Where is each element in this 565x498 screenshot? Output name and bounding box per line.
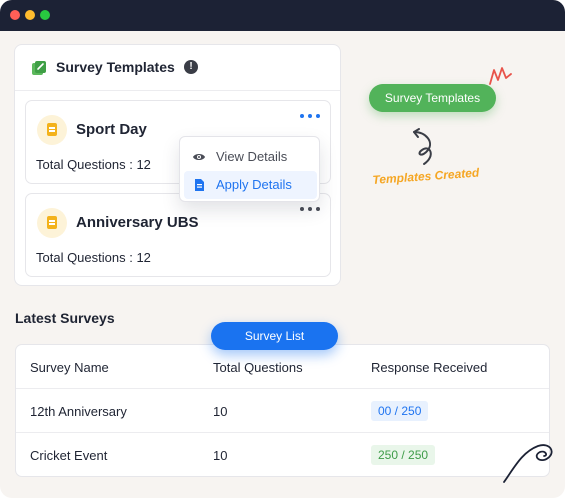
menu-item-view-details[interactable]: View Details xyxy=(184,143,317,171)
total-questions-cell: 10 xyxy=(213,448,228,463)
total-questions-cell: 10 xyxy=(213,404,228,419)
curved-arrow-icon xyxy=(413,128,432,165)
template-card-title: Anniversary UBS xyxy=(76,214,199,231)
response-badge: 250 / 250 xyxy=(371,445,436,465)
survey-templates-header: Survey Templates ! xyxy=(15,45,340,91)
template-icon xyxy=(32,61,46,75)
info-icon[interactable]: ! xyxy=(184,60,198,74)
window-titlebar xyxy=(0,0,565,31)
more-options-icon[interactable] xyxy=(298,202,322,216)
survey-name-cell: Cricket Event xyxy=(30,448,108,463)
more-options-icon[interactable] xyxy=(298,109,322,123)
table-row[interactable]: Cricket Event 10 250 / 250 xyxy=(16,433,549,476)
survey-templates-title: Survey Templates xyxy=(56,59,175,75)
latest-surveys-table: Survey Name Total Questions Response Rec… xyxy=(15,344,550,477)
eye-icon xyxy=(193,154,205,160)
templates-created-annotation: Templates Created xyxy=(372,165,480,187)
minimize-window-button[interactable] xyxy=(25,10,35,20)
response-badge: 00 / 250 xyxy=(371,401,429,421)
menu-item-label: View Details xyxy=(216,149,288,164)
template-card-anniversary-ubs[interactable]: Anniversary UBS Total Questions : 12 xyxy=(25,193,331,277)
close-window-button[interactable] xyxy=(10,10,20,20)
template-card-questions: Total Questions : 12 xyxy=(36,157,151,172)
table-header-row: Survey Name Total Questions Response Rec… xyxy=(16,345,549,389)
sparkle-icon xyxy=(489,67,512,85)
menu-item-label: Apply Details xyxy=(216,177,292,192)
survey-templates-pill: Survey Templates xyxy=(369,84,496,112)
column-header-response-received: Response Received xyxy=(371,360,488,375)
app-window: Survey Templates ! Sport Day Total Quest… xyxy=(0,0,565,498)
swirl-icon xyxy=(503,444,553,483)
survey-name-cell: 12th Anniversary xyxy=(30,404,127,419)
menu-item-apply-details[interactable]: Apply Details xyxy=(184,171,317,199)
table-row[interactable]: 12th Anniversary 10 00 / 250 xyxy=(16,389,549,433)
template-card-questions: Total Questions : 12 xyxy=(36,250,151,265)
latest-surveys-title: Latest Surveys xyxy=(15,310,115,326)
document-icon xyxy=(37,115,67,145)
survey-list-pill: Survey List xyxy=(211,322,338,350)
maximize-window-button[interactable] xyxy=(40,10,50,20)
template-card-title: Sport Day xyxy=(76,121,147,138)
template-context-menu: View Details Apply Details xyxy=(179,136,320,202)
column-header-survey-name: Survey Name xyxy=(30,360,109,375)
column-header-total-questions: Total Questions xyxy=(213,360,303,375)
document-icon xyxy=(37,208,67,238)
file-icon xyxy=(195,179,204,191)
